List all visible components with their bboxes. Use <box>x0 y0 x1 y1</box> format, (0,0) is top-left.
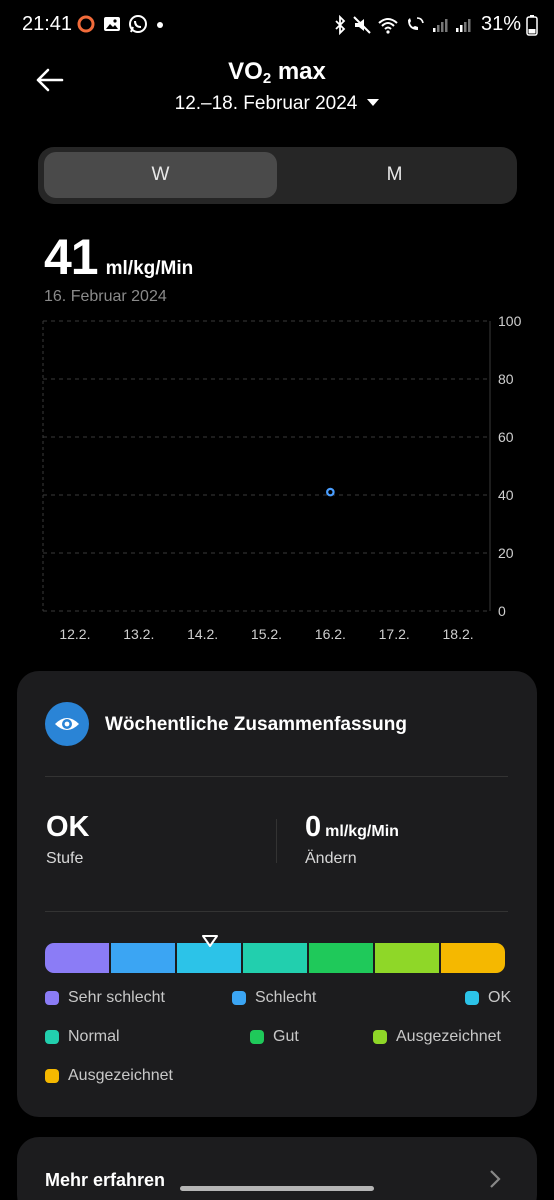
signal-icon-2 <box>455 18 471 32</box>
summary-divider-top <box>45 776 508 777</box>
legend-item: Sehr schlecht <box>45 989 165 1007</box>
summary-title: Wöchentliche Zusammenfassung <box>105 714 407 735</box>
x-tick-label: 15.2. <box>251 626 282 642</box>
x-tick-label: 13.2. <box>123 626 154 642</box>
y-tick-label: 60 <box>498 429 514 445</box>
reading-unit: ml/kg/Min <box>105 258 194 279</box>
x-tick-label: 18.2. <box>443 626 474 642</box>
y-tick-label: 100 <box>498 313 522 329</box>
legend-swatch <box>465 991 479 1005</box>
legend-label: Schlecht <box>255 989 317 1006</box>
level-value: OK <box>46 811 90 843</box>
whatsapp-icon <box>129 15 147 33</box>
legend-item: Ausgezeichnet <box>373 1028 501 1046</box>
eye-icon-badge <box>45 702 89 746</box>
level-stat: OK Stufe <box>46 811 90 868</box>
tab-month[interactable]: M <box>278 152 511 198</box>
system-icons: 31% <box>333 13 538 36</box>
learn-more-label: Mehr erfahren <box>45 1170 166 1190</box>
mute-icon <box>353 15 371 34</box>
legend-label: Gut <box>273 1028 299 1045</box>
level-marker-icon <box>202 935 218 947</box>
level-label: Stufe <box>46 850 84 867</box>
bluetooth-icon <box>335 14 346 35</box>
dot-icon <box>157 22 163 28</box>
legend-label: Ausgezeichnet <box>68 1067 173 1084</box>
status-bar: 21:41 31% <box>0 0 554 52</box>
legend-label: OK <box>488 989 512 1006</box>
change-label: Ändern <box>305 850 357 867</box>
legend-item: Schlecht <box>232 989 316 1007</box>
date-range-label: 12.–18. Februar 2024 <box>174 93 358 114</box>
tab-week[interactable]: W <box>44 152 277 198</box>
battery-percent: 31% <box>480 13 521 35</box>
period-toggle: W M <box>38 147 517 204</box>
date-range-selector[interactable]: 12.–18. Februar 2024 <box>0 93 554 115</box>
scale-segment <box>111 943 175 973</box>
current-reading: 41 ml/kg/Min <box>44 228 193 286</box>
title-rest: max <box>271 58 326 85</box>
reading-value: 41 <box>44 229 99 285</box>
scale-segment <box>243 943 307 973</box>
title-subscript: 2 <box>262 70 272 87</box>
legend-swatch <box>45 991 59 1005</box>
legend-label: Sehr schlecht <box>68 989 165 1006</box>
chart-svg: 100 80 60 40 20 0 12.2. 13.2. 14.2. 15.2. 16.2. 17.… <box>42 313 522 642</box>
status-time: 21:41 <box>22 13 73 35</box>
change-stat: 0 ml/kg/Min Ändern <box>305 811 399 868</box>
weekly-summary-card: Wöchentliche Zusammenfassung OK Stufe 0m… <box>17 671 537 1117</box>
legend-swatch <box>45 1030 59 1044</box>
legend-swatch <box>45 1069 59 1083</box>
change-unit: ml/kg/Min <box>325 823 399 840</box>
x-tick-label: 16.2. <box>315 626 346 642</box>
y-tick-label: 40 <box>498 487 514 503</box>
battery-icon <box>526 14 538 36</box>
legend-item: Ausgezeichnet <box>45 1067 173 1085</box>
record-icon <box>77 15 95 33</box>
scale-segment <box>45 943 109 973</box>
y-tick-label: 0 <box>498 603 506 619</box>
level-scale <box>45 943 505 973</box>
legend-label: Ausgezeichnet <box>396 1028 501 1045</box>
wifi-icon <box>378 17 398 34</box>
legend-item: Normal <box>45 1028 120 1046</box>
legend-swatch <box>373 1030 387 1044</box>
vo2-chart[interactable]: 100 80 60 40 20 0 12.2. 13.2. 14.2. 15.2. 16.2. 17.… <box>0 300 554 660</box>
x-tick-label: 17.2. <box>379 626 410 642</box>
legend-swatch <box>232 991 246 1005</box>
eye-icon <box>55 718 79 730</box>
caret-down-icon <box>367 99 380 106</box>
y-tick-label: 80 <box>498 371 514 387</box>
stat-divider <box>276 819 277 863</box>
legend-swatch <box>250 1030 264 1044</box>
summary-divider-mid <box>45 911 508 912</box>
title-main: VO <box>228 58 263 85</box>
wifi-call-icon <box>407 16 424 30</box>
data-point <box>326 487 335 497</box>
x-tick-label: 12.2. <box>59 626 90 642</box>
legend-item: Gut <box>250 1028 299 1046</box>
gallery-icon <box>104 17 120 31</box>
legend-item: OK <box>465 989 511 1007</box>
home-indicator[interactable] <box>180 1186 374 1191</box>
chevron-right-icon <box>490 1170 501 1188</box>
change-value: 0 <box>305 811 322 843</box>
page-title: VO2 max <box>0 58 554 87</box>
legend-label: Normal <box>68 1028 120 1045</box>
scale-segment <box>441 943 505 973</box>
scale-segment <box>375 943 439 973</box>
signal-icon <box>432 18 448 32</box>
y-tick-label: 20 <box>498 545 514 561</box>
scale-segment <box>309 943 373 973</box>
notification-icons <box>76 14 166 34</box>
x-tick-label: 14.2. <box>187 626 218 642</box>
